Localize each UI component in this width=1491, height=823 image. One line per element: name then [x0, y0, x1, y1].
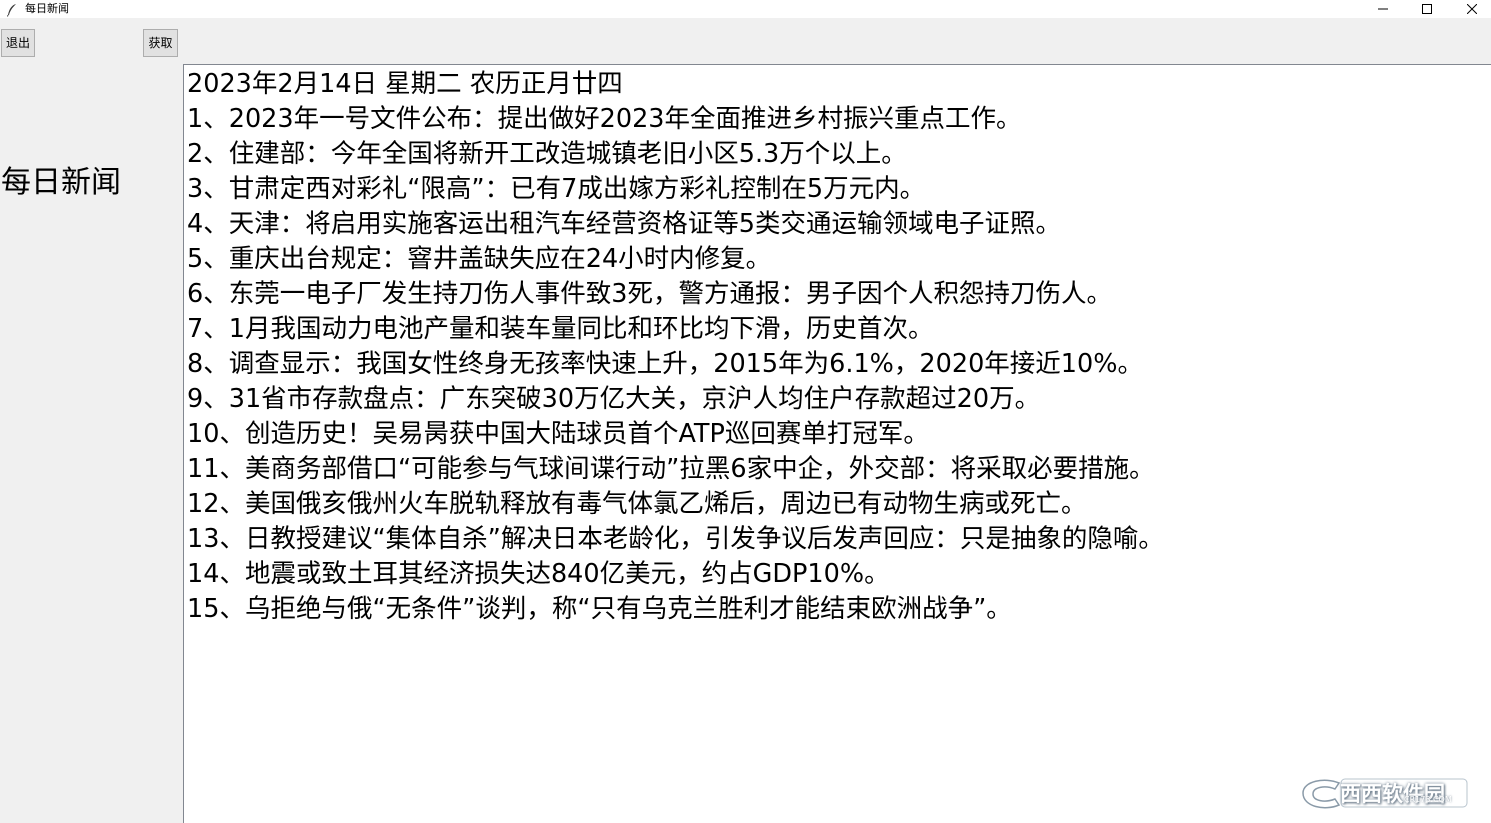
fetch-button[interactable]: 获取 — [143, 29, 178, 57]
minimize-button[interactable] — [1360, 0, 1406, 18]
close-button[interactable] — [1449, 0, 1491, 18]
news-item: 7、1月我国动力电池产量和装车量同比和环比均下滑，历史首次。 — [187, 314, 934, 344]
feather-icon — [6, 2, 18, 17]
news-item: 8、调查显示：我国女性终身无孩率快速上升，2015年为6.1%，2020年接近1… — [187, 349, 1143, 379]
news-item: 14、地震或致土耳其经济损失达840亿美元，约占GDP10%。 — [187, 559, 890, 589]
news-date-header: 2023年2月14日 星期二 农历正月廿四 — [187, 69, 623, 99]
app-window: 每日新闻 退出 获取 每日新闻 2023年2月14日 星期二 农历正月廿四 1、… — [0, 0, 1491, 823]
news-item: 1、2023年一号文件公布：提出做好2023年全面推进乡村振兴重点工作。 — [187, 104, 1022, 134]
news-item: 9、31省市存款盘点：广东突破30万亿大关，京沪人均住户存款超过20万。 — [187, 384, 1041, 414]
news-item: 5、重庆出台规定：窨井盖缺失应在24小时内修复。 — [187, 244, 772, 274]
watermark-subtext: CR173.COM — [1404, 795, 1452, 804]
news-text-area[interactable]: 2023年2月14日 星期二 农历正月廿四 1、2023年一号文件公布：提出做好… — [183, 64, 1491, 823]
maximize-button[interactable] — [1404, 0, 1450, 18]
news-item: 2、住建部：今年全国将新开工改造城镇老旧小区5.3万个以上。 — [187, 139, 907, 169]
minimize-icon — [1378, 4, 1388, 14]
news-item: 15、乌拒绝与俄“无条件”谈判，称“只有乌克兰胜利才能结束欧洲战争”。 — [187, 594, 1012, 624]
news-item: 12、美国俄亥俄州火车脱轨释放有毒气体氯乙烯后，周边已有动物生病或死亡。 — [187, 489, 1087, 519]
app-heading-label: 每日新闻 — [1, 165, 121, 200]
news-item: 13、日教授建议“集体自杀”解决日本老龄化，引发争议后发声回应：只是抽象的隐喻。 — [187, 524, 1164, 554]
news-item: 10、创造历史！吴易昺获中国大陆球员首个ATP巡回赛单打冠军。 — [187, 419, 929, 449]
news-item: 6、东莞一电子厂发生持刀伤人事件致3死，警方通报：男子因个人积怨持刀伤人。 — [187, 279, 1112, 309]
maximize-icon — [1422, 4, 1432, 14]
news-item: 11、美商务部借口“可能参与气球间谍行动”拉黑6家中企，外交部：将采取必要措施。 — [187, 454, 1155, 484]
title-bar[interactable]: 每日新闻 — [0, 0, 1491, 18]
exit-button[interactable]: 退出 — [1, 29, 35, 57]
window-title: 每日新闻 — [25, 2, 69, 15]
news-item: 4、天津：将启用实施客运出租汽车经营资格证等5类交通运输领域电子证照。 — [187, 209, 1061, 239]
news-item: 3、甘肃定西对彩礼“限高”：已有7成出嫁方彩礼控制在5万元内。 — [187, 174, 926, 204]
close-icon — [1467, 4, 1477, 14]
